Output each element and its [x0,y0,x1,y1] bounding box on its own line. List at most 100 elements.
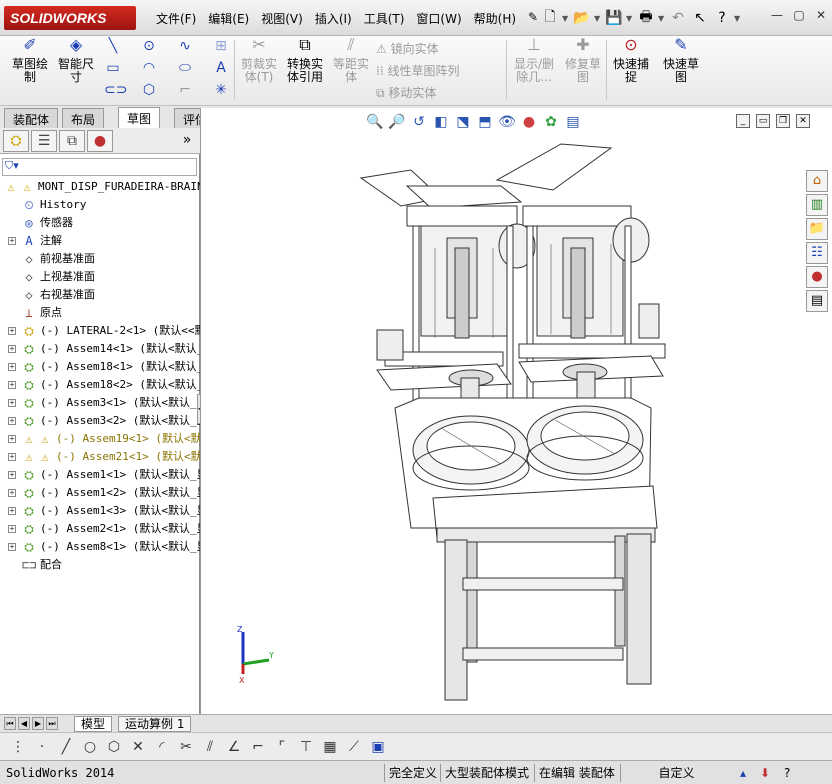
expand-toggle-icon[interactable]: + [8,471,16,479]
smart-dimension-button[interactable]: ◈ 智能尺 寸 [54,37,98,84]
grid-icon[interactable]: ⊞ [212,38,230,54]
tree-item[interactable]: + ⛭ (-) Assem8<1> (默认<默认_显 [0,538,208,556]
spline-icon[interactable]: ∿ [176,38,194,54]
display-delete-relations-button[interactable]: ⊥ 显示/删 除几... [510,37,558,84]
tree-item[interactable]: + ⚠ ⚠ (-) Assem21<1> (默认<默 [0,448,202,466]
dimension-icon[interactable]: ⊤ [296,737,316,757]
slot-icon[interactable]: ⊂⊃ [104,82,127,98]
sketch-button[interactable]: ✐ 草图绘 制 [10,37,50,84]
ellipse-icon[interactable]: ⬭ [176,60,194,76]
tree-item[interactable]: + ⛭ (-) Assem1<1> (默认<默认_显 [0,466,208,484]
parallel-icon[interactable]: ⫽ [200,737,220,757]
units-dropdown-icon[interactable]: ▴ [736,764,750,782]
circle-tool-icon[interactable]: ○ [80,737,100,757]
status-units[interactable]: 自定义 [620,764,732,782]
tree-item[interactable]: + ⛭ (-) Assem18<1> (默认<默认_ [0,358,203,376]
minimize-icon[interactable]: — [770,8,784,22]
offset-entities-button[interactable]: ⫽ 等距实 体 [330,37,372,84]
open-folder-icon[interactable]: 📂 [572,8,592,28]
expand-toggle-icon[interactable]: + [8,507,16,515]
rapid-sketch-button[interactable]: ✎ 快速草 图 [660,37,702,84]
tab-model[interactable]: 模型 [74,716,113,732]
expand-toggle-icon[interactable]: + [8,525,16,533]
new-dropdown-icon[interactable]: ▼ [562,14,570,23]
open-dropdown-icon[interactable]: ▼ [594,14,602,23]
appearances-icon[interactable]: ● [806,266,828,288]
tree-item[interactable]: + ⛭ (-) LATERAL-2<1> (默认<<默认 [0,322,216,340]
point-icon[interactable]: ✳ [212,82,230,98]
tab-sketch[interactable]: 草图 [118,107,161,128]
tab-motion-study[interactable]: 运动算例 1 [118,716,192,732]
tree-item[interactable]: + ⚠ ⚠ (-) Assem19<1> (默认<默 [0,430,202,448]
tree-item[interactable]: ◇ 前视基准面 [0,250,198,268]
menu-edit[interactable]: 编辑(E) [202,8,255,28]
sketch-picture-icon[interactable]: ⟋ [344,737,364,757]
quick-snaps-button[interactable]: ⊙ 快速捕 捉 [610,37,652,84]
tree-item[interactable]: + ⛭ (-) Assem1<2> (默认<默认_显 [0,484,208,502]
restore-icon[interactable]: ▢ [792,8,806,22]
arc-tool-icon[interactable]: ◜ [152,737,172,757]
expand-toggle-icon[interactable]: + [8,363,16,371]
expand-toggle-icon[interactable]: + [8,435,16,443]
tree-item[interactable]: ◇ 右视基准面 [0,286,198,304]
tree-root[interactable]: ⚠ ⚠ MONT_DISP_FURADEIRA-BRAINC [0,178,210,196]
print-dropdown-icon[interactable]: ▼ [658,14,666,23]
expand-toggle-icon[interactable]: + [8,345,16,353]
repair-sketch-button[interactable]: ✚ 修复草 图 [562,37,604,84]
menu-view[interactable]: 视图(V) [255,8,309,28]
linear-pattern-button[interactable]: ⁞⁞ 线性草图阵列 [376,62,459,79]
arc-icon[interactable]: ◠ [140,60,158,76]
menu-insert[interactable]: 插入(I) [309,8,358,28]
dotted-corner-icon[interactable]: ⌜ [272,737,292,757]
custom-properties-icon[interactable]: ▤ [806,290,828,312]
tree-item[interactable]: ⊥ 原点 [0,304,198,322]
corner-icon[interactable]: ⌐ [248,737,268,757]
expand-toggle-icon[interactable]: + [8,381,16,389]
next-tab-icon[interactable]: ▶ [32,717,44,730]
expand-toggle-icon[interactable]: + [8,399,16,407]
line-icon[interactable]: ╲ [104,38,122,54]
solidworks-resources-icon[interactable]: ⌂ [806,170,828,192]
expand-toggle-icon[interactable]: + [8,489,16,497]
expand-toggle-icon[interactable]: + [8,327,16,335]
expand-toggle-icon[interactable]: + [8,543,16,551]
expand-toggle-icon[interactable]: + [8,453,16,461]
point-tool-icon[interactable]: · [32,737,52,757]
save-icon[interactable]: 💾 [604,8,624,28]
filter-icon[interactable]: ⛉▾ [3,159,19,172]
prev-tab-icon[interactable]: ◀ [18,717,30,730]
print-icon[interactable]: 🖶 [636,8,656,28]
solidworks-logo[interactable]: SOLIDWORKS [4,6,136,30]
close-icon[interactable]: ✕ [814,8,828,22]
cross-tool-icon[interactable]: ✕ [128,737,148,757]
select-arrow-icon[interactable]: ↖ [690,8,710,28]
hatch-icon[interactable]: ▦ [320,737,340,757]
first-tab-icon[interactable]: ⏮ [4,717,16,730]
move-entities-button[interactable]: ⧉ 移动实体 [376,84,436,101]
assembly-model[interactable] [201,108,832,714]
menu-tools[interactable]: 工具(T) [358,8,411,28]
menu-file[interactable]: 文件(F) [150,8,202,28]
undo-icon[interactable]: ↶ [668,8,688,28]
appearance-manager-tab-icon[interactable]: ● [87,130,113,152]
configuration-manager-tab-icon[interactable]: ⧉ [59,130,85,152]
menu-window[interactable]: 窗口(W) [410,8,467,28]
fillet-icon[interactable]: ⌐ [176,82,194,98]
rebuild-icon[interactable]: ⬇ [756,764,774,782]
file-explorer-icon[interactable]: 📁 [806,218,828,240]
feature-manager-tab-icon[interactable]: ⛭ [3,130,29,152]
tree-item[interactable]: ◇ 上视基准面 [0,268,198,286]
tree-filter[interactable]: ⛉▾ [2,158,197,176]
expand-toggle-icon[interactable]: + [8,417,16,425]
mirror-entities-button[interactable]: ⚠ 镜向实体 [376,40,439,57]
graphics-area[interactable]: 🔍 🔎 ↺ ◧ ⬔ ⬒ 👁 ● ✿ ▤ _ ▭ ❐ ✕ Z Y X ⌂ ▥ 📁 … [200,108,832,714]
tab-assembly[interactable]: 装配体 [4,108,59,128]
tab-layout[interactable]: 布局 [62,108,105,128]
help-dropdown-icon[interactable]: ▼ [734,14,742,23]
tree-item[interactable]: ⊏⊐ 配合 [0,556,198,574]
tree-item[interactable]: + ⛭ (-) Assem2<1> (默认<默认_显 [0,520,208,538]
tree-item[interactable]: + ⛭ (-) Assem3<2> (默认<默认_显 [0,412,208,430]
menu-help[interactable]: 帮助(H) [468,8,522,28]
circle-icon[interactable]: ⊙ [140,38,158,54]
angle-icon[interactable]: ∠ [224,737,244,757]
